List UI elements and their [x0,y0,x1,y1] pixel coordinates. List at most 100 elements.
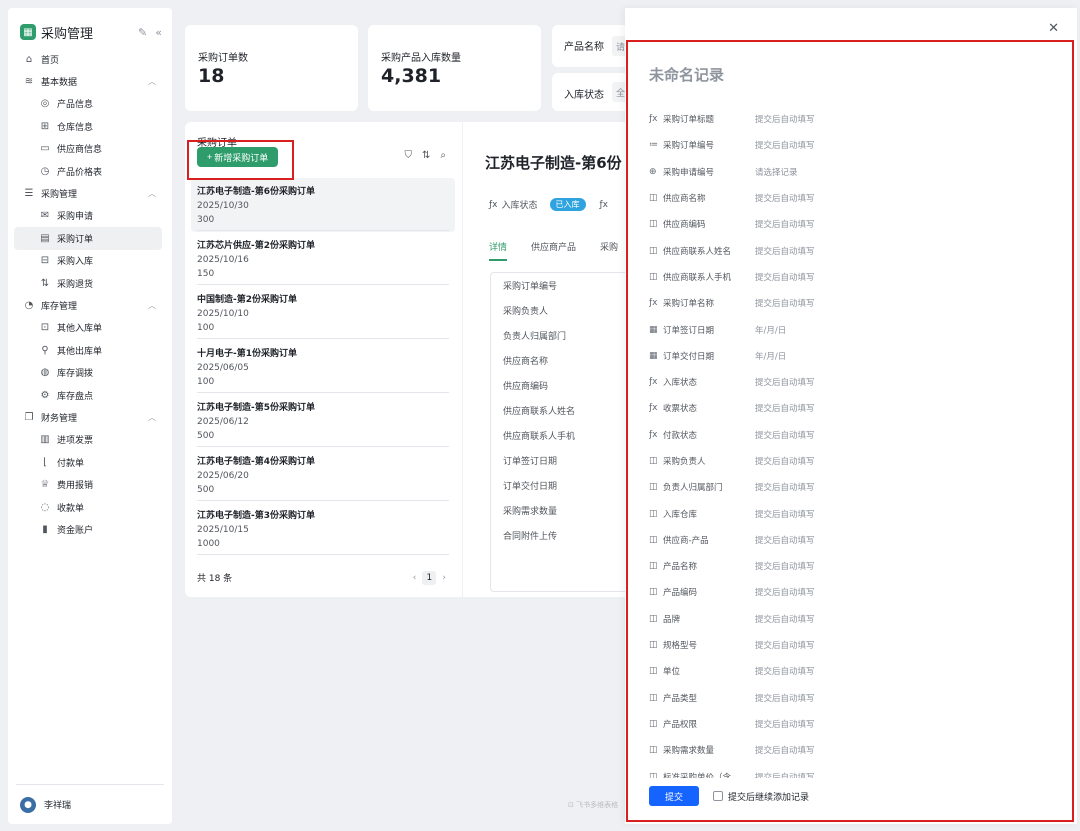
edit-icon[interactable]: ✎ [138,26,147,39]
form-field-value[interactable]: 提交后自动填写 [755,271,815,283]
sidebar-item-2[interactable]: ◎ 产品信息 [14,93,162,115]
form-field-value[interactable]: 提交后自动填写 [755,402,815,414]
form-field-value[interactable]: 提交后自动填写 [755,639,815,651]
form-field-value[interactable]: 提交后自动填写 [755,692,815,704]
sidebar-item-label: 库存调拨 [57,369,94,380]
form-field-value[interactable]: 提交后自动填写 [755,455,815,467]
divider [197,446,449,447]
tab-0[interactable]: 详情 [489,240,508,261]
form-field-value[interactable]: 提交后自动填写 [755,481,815,493]
sort-icon[interactable]: ⇅ [422,150,430,161]
form-field-value[interactable]: 提交后自动填写 [755,744,815,756]
formula-icon: ƒx [649,429,658,440]
form-field-value[interactable]: 提交后自动填写 [755,429,815,441]
continue-adding-checkbox[interactable]: 提交后继续添加记录 [713,790,809,803]
prev-page-icon[interactable]: ‹ [413,573,417,583]
sidebar-item-19[interactable]: ♕ 费用报销 [14,473,162,495]
sidebar-item-7[interactable]: ✉ 采购申请 [14,205,162,227]
sidebar-item-20[interactable]: ◌ 收款单 [14,496,162,518]
collapse-sidebar-icon[interactable]: « [155,26,162,39]
form-field-value[interactable]: 提交后自动填写 [755,508,815,520]
status-badge: 已入库 [549,198,586,211]
form-title: 未命名记录 [649,66,725,84]
divider [197,284,449,285]
close-icon[interactable]: ✕ [1048,21,1059,36]
sidebar-item-14[interactable]: ◍ 库存调拨 [14,361,162,383]
transfer-icon: ◍ [40,367,50,379]
inbox-icon: ⊟ [40,255,50,267]
app-logo-icon: ▦ [20,24,36,40]
sidebar-item-10[interactable]: ⇅ 采购退货 [14,272,162,294]
order-qty: 100 [197,377,215,387]
form-field-row: ◫ 品牌 提交后自动填写 [649,606,1049,632]
sidebar-item-11[interactable]: ◔ 库存管理 ︿ [14,294,162,316]
status-label: 入库状态 [501,201,538,211]
form-field-value[interactable]: 提交后自动填写 [755,586,815,598]
form-field-value[interactable]: 提交后自动填写 [755,534,815,546]
chevron-up-icon[interactable]: ︿ [148,412,156,423]
order-list-item[interactable]: 江苏电子制造-第4份采购订单 2025/06/20 500 [191,448,455,502]
form-field-value[interactable]: 提交后自动填写 [755,613,815,625]
form-field-value[interactable]: 提交后自动填写 [755,192,815,204]
sidebar-item-9[interactable]: ⊟ 采购入库 [14,250,162,272]
form-field-value[interactable]: 提交后自动填写 [755,113,815,125]
sidebar-item-4[interactable]: ▭ 供应商信息 [14,138,162,160]
watermark: ⊡ 飞书多维表格 [568,801,619,809]
sidebar-item-8[interactable]: ▤ 采购订单 [14,227,162,250]
checkbox-icon[interactable] [713,791,723,801]
pin-icon: ⚲ [41,344,49,356]
form-field-value[interactable]: 年/月/日 [755,324,786,336]
divider [197,230,449,231]
form-field-value[interactable]: 年/月/日 [755,350,786,362]
sidebar-item-6[interactable]: ☰ 采购管理 ︿ [14,182,162,204]
sidebar-item-1[interactable]: ≋ 基本数据 ︿ [14,70,162,92]
order-list-item[interactable]: 中国制造-第2份采购订单 2025/10/10 100 [191,286,455,340]
order-list-item[interactable]: 江苏电子制造-第5份采购订单 2025/06/12 500 [191,394,455,448]
form-field-label: 单位 [663,667,681,678]
form-field-value[interactable]: 提交后自动填写 [755,139,815,151]
chevron-up-icon[interactable]: ︿ [148,300,156,311]
sidebar: ▦ 采购管理 ✎ « ⌂ 首页 ≋ 基本数据 ︿ ◎ 产品信息 ⊞ 仓库信息 ▭ 供应商信息 ◷ 产品价… [8,8,172,824]
sidebar-item-13[interactable]: ⚲ 其他出库单 [14,339,162,361]
form-field-value[interactable]: 请选择记录 [755,166,798,178]
sidebar-item-label: 采购入库 [57,257,94,268]
mail-icon: ✉ [40,210,50,222]
form-field-value[interactable]: 提交后自动填写 [755,245,815,257]
sidebar-item-0[interactable]: ⌂ 首页 [14,48,162,70]
sidebar-item-15[interactable]: ⚙ 库存盘点 [14,384,162,406]
detail-field-label: 采购需求数量 [503,507,558,517]
chevron-up-icon[interactable]: ︿ [148,188,156,199]
trophy-icon: ♕ [40,479,50,491]
sidebar-item-3[interactable]: ⊞ 仓库信息 [14,115,162,137]
tab-2[interactable]: 采购 [600,240,618,261]
tab-1[interactable]: 供应商产品 [531,240,576,261]
search-icon[interactable]: ⌕ [440,150,446,161]
form-fields: ƒx 采购订单标题 提交后自动填写 ≔ 采购订单编号 提交后自动填写 ⊕ 采购申请编号 请选择记… [649,106,1049,778]
sidebar-item-18[interactable]: ⌊ 付款单 [14,451,162,473]
order-list-item[interactable]: 江苏电子制造-第6份采购订单 2025/10/30 300 [191,178,455,232]
filter-label: 产品名称 [564,42,604,53]
form-field-value[interactable]: 提交后自动填写 [755,771,815,778]
sidebar-item-12[interactable]: ⊡ 其他入库单 [14,317,162,339]
form-field-value[interactable]: 提交后自动填写 [755,718,815,730]
user-profile[interactable]: ● 李祥瑞 [16,784,164,824]
form-field-value[interactable]: 提交后自动填写 [755,376,815,388]
next-page-icon[interactable]: › [442,573,446,583]
order-list-item[interactable]: 江苏电子制造-第3份采购订单 2025/10/15 1000 [191,502,455,556]
sidebar-item-5[interactable]: ◷ 产品价格表 [14,160,162,182]
order-list-item[interactable]: 江苏芯片供应-第2份采购订单 2025/10/16 150 [191,232,455,286]
order-list-item[interactable]: 十月电子-第1份采购订单 2025/06/05 100 [191,340,455,394]
chevron-up-icon[interactable]: ︿ [148,76,156,87]
form-field-value[interactable]: 提交后自动填写 [755,297,815,309]
sidebar-item-16[interactable]: ❐ 财务管理 ︿ [14,406,162,428]
submit-button[interactable]: 提交 [649,786,699,806]
page-number[interactable]: 1 [422,571,437,585]
form-field-label: 入库状态 [663,378,698,389]
avatar[interactable]: ● [20,796,36,813]
sidebar-item-17[interactable]: ▥ 进项发票 [14,429,162,451]
form-field-value[interactable]: 提交后自动填写 [755,560,815,572]
filter-icon[interactable]: ⛉ [405,150,413,161]
sidebar-item-21[interactable]: ▮ 资金账户 [14,518,162,540]
form-field-value[interactable]: 提交后自动填写 [755,218,815,230]
form-field-value[interactable]: 提交后自动填写 [755,665,815,677]
